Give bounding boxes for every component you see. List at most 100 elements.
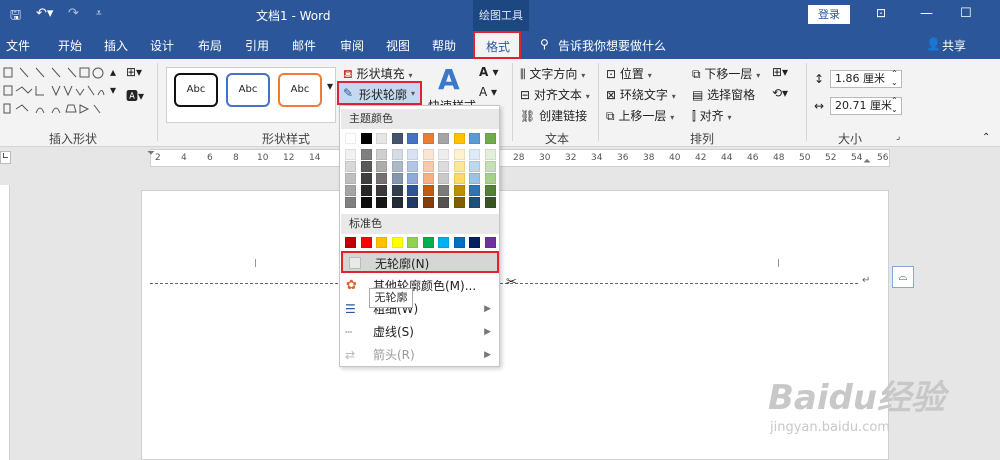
group-objects-icon[interactable]: ⊞▾: [772, 65, 788, 79]
width-spinner[interactable]: ⌃ ⌄: [891, 96, 898, 114]
theme-color-swatch[interactable]: [453, 185, 465, 196]
shapes-gallery[interactable]: [2, 65, 106, 121]
theme-color-swatch[interactable]: [438, 161, 449, 172]
style-preset-orange[interactable]: Abc: [278, 73, 322, 107]
theme-color-swatch[interactable]: [345, 173, 356, 184]
theme-color-swatch[interactable]: [484, 149, 496, 160]
theme-color-swatch[interactable]: [484, 185, 496, 196]
theme-color-swatch[interactable]: [360, 149, 372, 160]
first-line-indent-marker[interactable]: ⏷: [147, 148, 155, 159]
theme-color-swatch[interactable]: [376, 173, 387, 184]
theme-color-swatch[interactable]: [345, 133, 356, 144]
standard-color-swatch[interactable]: [469, 237, 480, 248]
styles-more-icon[interactable]: ▾: [327, 79, 333, 93]
theme-color-swatch[interactable]: [391, 133, 403, 144]
theme-color-swatch[interactable]: [438, 133, 449, 144]
tab-file[interactable]: 文件: [6, 37, 30, 54]
align-button[interactable]: ⫿ 对齐 ▾: [692, 107, 732, 124]
theme-color-swatch[interactable]: [422, 197, 434, 208]
theme-color-swatch[interactable]: [438, 173, 449, 184]
theme-color-swatch[interactable]: [407, 161, 418, 172]
theme-color-swatch[interactable]: [469, 161, 480, 172]
standard-color-swatch[interactable]: [438, 237, 449, 248]
theme-color-swatch[interactable]: [438, 149, 449, 160]
theme-color-swatch[interactable]: [422, 161, 434, 172]
theme-color-swatch[interactable]: [438, 185, 449, 196]
theme-color-swatch[interactable]: [360, 197, 372, 208]
theme-color-swatch[interactable]: [360, 173, 372, 184]
tell-me-search[interactable]: 告诉我你想要做什么: [558, 37, 666, 54]
align-text-button[interactable]: ⊟ 对齐文本 ▾: [520, 86, 590, 103]
shapes-scroll-down[interactable]: ▾: [110, 83, 116, 97]
weight-item[interactable]: ☰ 粗细(W) ▶: [341, 298, 499, 320]
theme-color-swatch[interactable]: [407, 149, 418, 160]
theme-color-swatch[interactable]: [360, 161, 372, 172]
layout-options-icon[interactable]: ⌓: [892, 266, 914, 288]
theme-color-swatch[interactable]: [469, 149, 480, 160]
theme-color-swatch[interactable]: [360, 185, 372, 196]
tab-references[interactable]: 引用: [245, 37, 269, 54]
wordart-style-icon[interactable]: A: [438, 63, 460, 96]
standard-color-swatch[interactable]: [453, 237, 465, 248]
theme-color-swatch[interactable]: [345, 185, 356, 196]
ribbon-display-options-icon[interactable]: ⊡: [876, 6, 886, 20]
arrows-item[interactable]: ⇄ 箭头(R) ▶: [341, 344, 499, 366]
tab-selector[interactable]: ∟: [0, 151, 11, 164]
dashed-line-shape[interactable]: [150, 283, 858, 284]
share-button[interactable]: 共享: [942, 37, 966, 54]
height-spinner[interactable]: ⌃ ⌄: [891, 69, 898, 87]
shapes-scroll-up[interactable]: ▴: [110, 65, 116, 79]
tab-format[interactable]: 格式: [473, 31, 521, 59]
style-preset-blue[interactable]: Abc: [226, 73, 270, 107]
theme-color-swatch[interactable]: [453, 149, 465, 160]
theme-color-swatch[interactable]: [407, 173, 418, 184]
theme-color-swatch[interactable]: [484, 161, 496, 172]
standard-color-swatch[interactable]: [484, 237, 496, 248]
theme-color-swatch[interactable]: [469, 197, 480, 208]
tab-design[interactable]: 设计: [150, 37, 174, 54]
theme-color-swatch[interactable]: [484, 173, 496, 184]
standard-color-swatch[interactable]: [360, 237, 372, 248]
standard-color-swatch[interactable]: [376, 237, 387, 248]
more-outline-colors-item[interactable]: ✿ 其他轮廓颜色(M)...: [341, 275, 499, 297]
style-preset-black[interactable]: Abc: [174, 73, 218, 107]
theme-color-swatch[interactable]: [345, 197, 356, 208]
theme-color-swatch[interactable]: [453, 173, 465, 184]
theme-color-swatch[interactable]: [438, 197, 449, 208]
size-dialog-launcher-icon[interactable]: ⌟: [896, 132, 900, 142]
bring-forward-button[interactable]: ⧉ 上移一层 ▾: [606, 107, 674, 124]
tab-mailings[interactable]: 邮件: [292, 37, 316, 54]
theme-color-swatch[interactable]: [469, 173, 480, 184]
right-indent-marker[interactable]: ⏶: [863, 156, 871, 167]
theme-color-swatch[interactable]: [376, 133, 387, 144]
theme-color-swatch[interactable]: [484, 197, 496, 208]
tab-home[interactable]: 开始: [58, 37, 82, 54]
rotate-icon[interactable]: ⟲▾: [772, 86, 788, 100]
theme-color-swatch[interactable]: [391, 185, 403, 196]
standard-color-swatch[interactable]: [391, 237, 403, 248]
theme-color-swatch[interactable]: [422, 133, 434, 144]
theme-color-swatch[interactable]: [391, 173, 403, 184]
theme-color-swatch[interactable]: [422, 149, 434, 160]
theme-color-swatch[interactable]: [469, 133, 480, 144]
theme-color-swatch[interactable]: [376, 185, 387, 196]
theme-color-swatch[interactable]: [345, 161, 356, 172]
standard-color-swatch[interactable]: [422, 237, 434, 248]
undo-icon[interactable]: ↶▾: [36, 6, 53, 21]
selection-pane-button[interactable]: ▤ 选择窗格: [692, 86, 755, 103]
text-direction-button[interactable]: ⫼ 文字方向 ▾: [520, 65, 585, 82]
tab-view[interactable]: 视图: [386, 37, 410, 54]
text-outline-icon[interactable]: A ▾: [479, 85, 497, 99]
theme-color-swatch[interactable]: [469, 185, 480, 196]
theme-color-swatch[interactable]: [391, 149, 403, 160]
wrap-text-button[interactable]: ⊠ 环绕文字 ▾: [606, 86, 676, 103]
theme-color-swatch[interactable]: [453, 161, 465, 172]
tab-help[interactable]: 帮助: [432, 37, 456, 54]
theme-color-swatch[interactable]: [484, 133, 496, 144]
save-icon[interactable]: 🖫: [10, 6, 21, 28]
no-outline-item[interactable]: 无轮廓(N): [341, 251, 499, 273]
shape-outline-button[interactable]: ✎ 形状轮廓 ▾: [337, 81, 422, 105]
theme-color-swatch[interactable]: [407, 133, 418, 144]
theme-color-swatch[interactable]: [376, 161, 387, 172]
draw-textbox-icon[interactable]: 🅰▾: [126, 87, 144, 104]
